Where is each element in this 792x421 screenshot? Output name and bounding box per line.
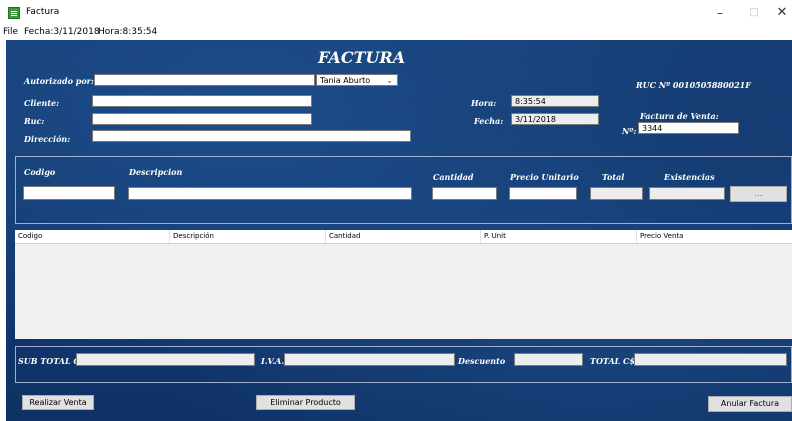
existencias-field[interactable] [649, 187, 725, 200]
invoice-form: FACTURA Autorizado por: Tania Aburto ⌄ R… [6, 40, 792, 421]
ruc-label: Ruc: [24, 116, 45, 126]
close-button[interactable]: ✕ [768, 4, 792, 22]
ruc-company: RUC Nº 0010505880021F [636, 80, 751, 90]
codigo-label: Codigo [24, 167, 56, 177]
cliente-label: Cliente: [24, 98, 60, 108]
column-header-punit[interactable]: P. Unit [481, 230, 637, 243]
precio-unitario-input[interactable] [509, 187, 577, 200]
anular-factura-button[interactable]: Anular Factura [708, 396, 792, 412]
autorizado-input[interactable] [94, 74, 315, 86]
subtotal-field[interactable] [76, 353, 255, 366]
fecha-field[interactable]: 3/11/2018 [511, 113, 599, 125]
total-label: Total [602, 172, 625, 182]
column-header-descripcion[interactable]: Descripción [170, 230, 326, 243]
numero-label: Nº: [622, 126, 637, 136]
menu-file[interactable]: File [3, 27, 18, 37]
direccion-label: Dirección: [24, 134, 71, 144]
realizar-venta-button[interactable]: Realizar Venta [22, 395, 94, 410]
autorizado-select[interactable]: Tania Aburto ⌄ [316, 74, 398, 86]
total-field[interactable] [590, 187, 643, 200]
window-title: Factura [26, 7, 60, 17]
factura-venta-label: Factura de Venta: [640, 111, 719, 121]
descripcion-label: Descripcion [129, 167, 183, 177]
title-bar [0, 0, 792, 26]
eliminar-producto-button[interactable]: Eliminar Producto [256, 395, 355, 410]
precio-unitario-label: Precio Unitario [510, 172, 579, 182]
codigo-input[interactable] [23, 186, 115, 200]
descuento-label: Descuento [458, 356, 506, 366]
minimize-button[interactable]: – [706, 4, 734, 22]
column-header-precio-venta[interactable]: Precio Venta [637, 230, 792, 243]
descripcion-input[interactable] [128, 187, 412, 200]
descuento-field[interactable] [514, 353, 583, 366]
grid-header: Codigo Descripción Cantidad P. Unit Prec… [15, 230, 792, 244]
column-header-codigo[interactable]: Codigo [15, 230, 170, 243]
cantidad-label: Cantidad [433, 172, 474, 182]
direccion-input[interactable] [92, 130, 411, 142]
chevron-down-icon: ⌄ [386, 76, 393, 85]
browse-button[interactable]: ... [730, 186, 787, 202]
menu-fecha: Fecha:3/11/2018 [24, 27, 100, 37]
menu-hora: Hora:8:35:54 [98, 27, 158, 37]
iva-field[interactable] [284, 353, 455, 366]
form-title: FACTURA [318, 48, 406, 67]
iva-label: I.V.A. [261, 356, 285, 366]
products-grid[interactable]: Codigo Descripción Cantidad P. Unit Prec… [15, 230, 792, 339]
cliente-input[interactable] [92, 95, 312, 107]
total-cs-field[interactable] [634, 353, 787, 366]
column-header-cantidad[interactable]: Cantidad [326, 230, 481, 243]
ruc-input[interactable] [92, 113, 312, 125]
maximize-button[interactable]: □ [740, 4, 768, 22]
total-cs-label: TOTAL C$ [590, 356, 635, 366]
app-form-icon [8, 7, 20, 19]
hora-label: Hora: [471, 98, 497, 108]
autorizado-select-value: Tania Aburto [320, 76, 371, 85]
cantidad-input[interactable] [432, 187, 497, 200]
hora-field[interactable]: 8:35:54 [511, 95, 599, 107]
menu-bar: File Fecha:3/11/2018 Hora:8:35:54 [0, 26, 792, 40]
factura-numero-field[interactable]: 3344 [638, 122, 739, 134]
autorizado-label: Autorizado por: [24, 76, 94, 86]
fecha-label: Fecha: [474, 116, 504, 126]
existencias-label: Existencias [664, 172, 715, 182]
